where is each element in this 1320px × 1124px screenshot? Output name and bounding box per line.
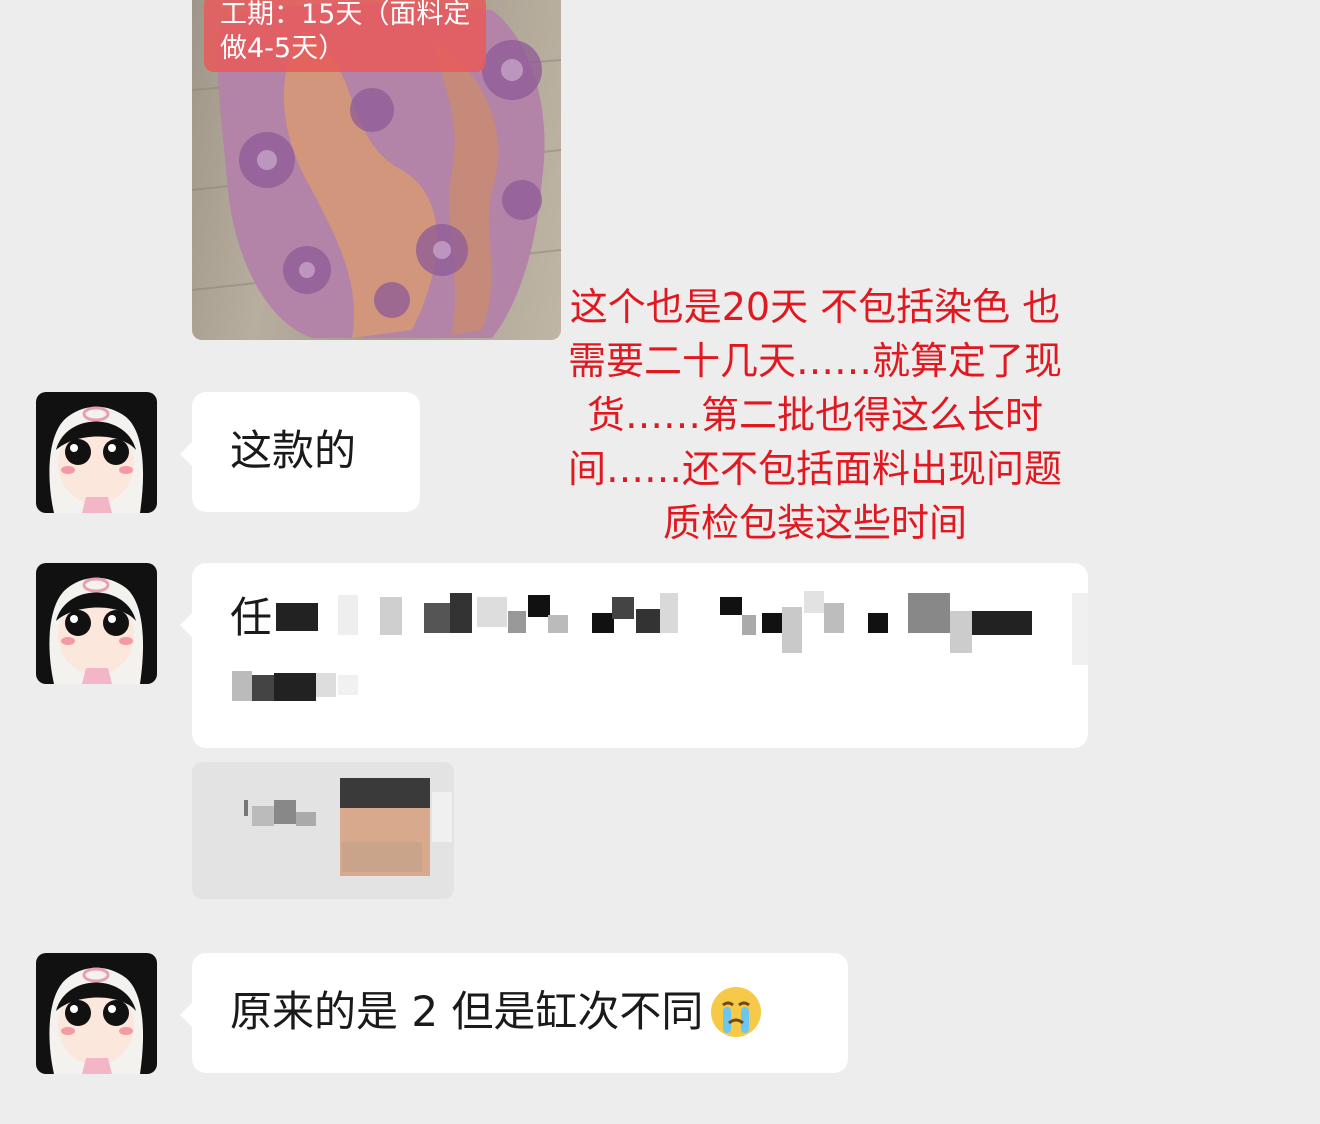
message-text: 这款的 — [230, 426, 357, 475]
annotation-line: 间……还不包括面料出现问题 — [567, 447, 1062, 491]
lead-time-label: 工期：15天（面料定做4-5天） — [204, 0, 486, 72]
quoted-message-card[interactable] — [192, 762, 454, 899]
message-bubble[interactable]: 原来的是 2 但是缸次不同 — [180, 953, 848, 1073]
avatar[interactable] — [36, 563, 157, 684]
message-text: 原来的是 2 但是缸次不同 — [230, 987, 704, 1036]
cartoon-girl-icon — [36, 953, 157, 1074]
red-annotation: 这个也是20天 不包括染色 也 需要二十几天……就算定了现 货……第二批也得这么… — [535, 280, 1095, 550]
message-row: 原来的是 2 但是缸次不同 — [192, 953, 848, 1039]
message-bubble[interactable]: 这款的 — [180, 392, 420, 512]
product-photo[interactable]: 工期：15天（面料定做4-5天） — [192, 0, 561, 340]
annotation-line: 这个也是20天 不包括染色 也 — [569, 285, 1061, 329]
cartoon-girl-icon — [36, 563, 157, 684]
annotation-line: 质检包装这些时间 — [662, 501, 967, 545]
avatar[interactable] — [36, 392, 157, 513]
annotation-line: 需要二十几天……就算定了现 — [567, 339, 1062, 383]
annotation-line: 货……第二批也得这么长时 — [586, 393, 1043, 437]
avatar[interactable] — [36, 953, 157, 1074]
crying-face-icon — [709, 985, 763, 1039]
message-bubble-obscured[interactable]: 任 — [180, 563, 1088, 748]
cartoon-girl-icon — [36, 392, 157, 513]
